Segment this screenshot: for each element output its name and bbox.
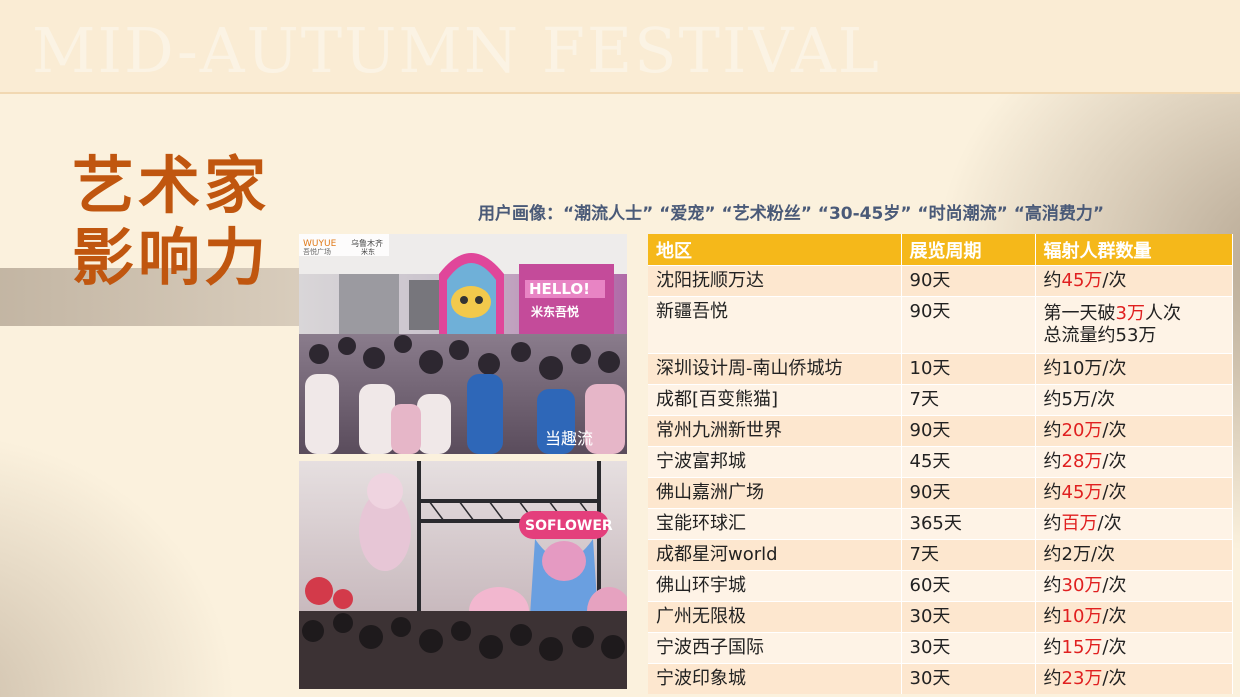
photo-mall-name-2: 米东	[361, 247, 375, 256]
table-row: 宁波西子国际 30天 约15万/次	[648, 632, 1233, 664]
cell-period: 365天	[901, 508, 1036, 540]
cell-region: 成都星河world	[648, 539, 902, 571]
reach-highlight: 15万	[1061, 637, 1103, 658]
event-photo-flower-tower: SOFLOWER	[299, 461, 627, 689]
table-row: 宁波印象城 30天 约23万/次	[648, 663, 1233, 694]
header-reach: 辐射人群数量	[1035, 234, 1233, 266]
cell-region: 佛山嘉洲广场	[648, 477, 902, 509]
header-region: 地区	[648, 234, 902, 266]
cell-period: 30天	[901, 601, 1036, 633]
reach-highlight: 百万	[1061, 513, 1098, 534]
cell-reach: 约20万/次	[1035, 415, 1233, 447]
table-row: 宝能环球汇 365天 约百万/次	[648, 508, 1233, 540]
cell-reach: 约10万/次	[1035, 353, 1233, 385]
reach-highlight: 30万	[1061, 575, 1103, 596]
cell-reach: 约23万/次	[1035, 663, 1233, 694]
photo-brand-sub: 吾悦广场	[303, 247, 331, 256]
cell-period: 30天	[901, 663, 1036, 694]
reach-highlight: 10万	[1061, 606, 1103, 627]
reach-total: 总流量约53万	[1043, 325, 1157, 346]
cell-reach: 约30万/次	[1035, 570, 1233, 602]
cell-region: 宁波印象城	[648, 663, 902, 694]
cell-period: 90天	[901, 265, 1036, 297]
cell-period: 7天	[901, 384, 1036, 416]
table-row: 深圳设计周-南山侨城坊 10天 约10万/次	[648, 353, 1233, 385]
reach-highlight: 20万	[1061, 420, 1103, 441]
table-row: 成都星河world 7天 约2万/次	[648, 539, 1233, 571]
table-row: 佛山嘉洲广场 90天 约45万/次	[648, 477, 1233, 509]
cell-region: 宝能环球汇	[648, 508, 902, 540]
page-title: 艺术家 影响力	[72, 150, 302, 294]
photo-caption: 当趣流	[545, 429, 593, 448]
cell-period: 90天	[901, 477, 1036, 509]
cell-period: 7天	[901, 539, 1036, 571]
reach-highlight: 45万	[1061, 270, 1103, 291]
cell-reach: 约15万/次	[1035, 632, 1233, 664]
cell-period: 10天	[901, 353, 1036, 385]
cell-region: 沈阳抚顺万达	[648, 265, 902, 297]
header-period: 展览周期	[901, 234, 1036, 266]
photo-sign-hello: HELLO!	[529, 280, 590, 298]
cell-region: 宁波西子国际	[648, 632, 902, 664]
cell-period: 45天	[901, 446, 1036, 478]
event-photo-crowd: HELLO! 米东吾悦 WUYUE 吾悦广场 乌鲁木齐 米东 当趣流	[299, 234, 627, 454]
table-row: 常州九洲新世界 90天 约20万/次	[648, 415, 1233, 447]
cell-region: 宁波富邦城	[648, 446, 902, 478]
cell-reach: 约百万/次	[1035, 508, 1233, 540]
cell-reach: 约45万/次	[1035, 265, 1233, 297]
photo-sign-mall: 米东吾悦	[531, 304, 579, 319]
reach-highlight: 45万	[1061, 482, 1103, 503]
cell-reach: 约28万/次	[1035, 446, 1233, 478]
photo-mall-name: 乌鲁木齐	[351, 238, 383, 248]
table-row: 沈阳抚顺万达 90天 约45万/次	[648, 265, 1233, 297]
cell-region: 常州九洲新世界	[648, 415, 902, 447]
cell-reach: 第一天破3万人次 总流量约53万	[1035, 296, 1233, 354]
table-row: 广州无限极 30天 约10万/次	[648, 601, 1233, 633]
title-line-1: 艺术家	[72, 149, 271, 222]
reach-highlight: 23万	[1061, 668, 1103, 689]
cell-region: 深圳设计周-南山侨城坊	[648, 353, 902, 385]
exhibition-table: 地区 展览周期 辐射人群数量 沈阳抚顺万达 90天 约45万/次 新疆吾悦 90…	[648, 234, 1233, 694]
table-row: 新疆吾悦 90天 第一天破3万人次 总流量约53万	[648, 296, 1233, 354]
cell-reach: 约45万/次	[1035, 477, 1233, 509]
cell-period: 60天	[901, 570, 1036, 602]
user-persona-text: 用户画像：“潮流人士” “爱宠” “艺术粉丝” “30-45岁” “时尚潮流” …	[478, 204, 1105, 224]
cell-region: 佛山环宇城	[648, 570, 902, 602]
cell-period: 30天	[901, 632, 1036, 664]
photo-banner-text: SOFLOWER	[525, 518, 613, 534]
cell-region: 广州无限极	[648, 601, 902, 633]
cell-period: 90天	[901, 415, 1036, 447]
cell-reach: 约10万/次	[1035, 601, 1233, 633]
cell-region: 成都[百变熊猫]	[648, 384, 902, 416]
cell-reach: 约5万/次	[1035, 384, 1233, 416]
cell-reach: 约2万/次	[1035, 539, 1233, 571]
table-header-row: 地区 展览周期 辐射人群数量	[648, 234, 1233, 266]
header-watermark-text: MID-AUTUMN FESTIVAL	[32, 14, 881, 87]
table-row: 宁波富邦城 45天 约28万/次	[648, 446, 1233, 478]
reach-highlight: 3万	[1115, 303, 1145, 324]
cell-region: 新疆吾悦	[648, 296, 902, 354]
table-row: 佛山环宇城 60天 约30万/次	[648, 570, 1233, 602]
reach-highlight: 28万	[1061, 451, 1103, 472]
table-row: 成都[百变熊猫] 7天 约5万/次	[648, 384, 1233, 416]
cell-period: 90天	[901, 296, 1036, 354]
title-line-2: 影响力	[72, 221, 271, 294]
header-band: MID-AUTUMN FESTIVAL	[0, 0, 1240, 94]
